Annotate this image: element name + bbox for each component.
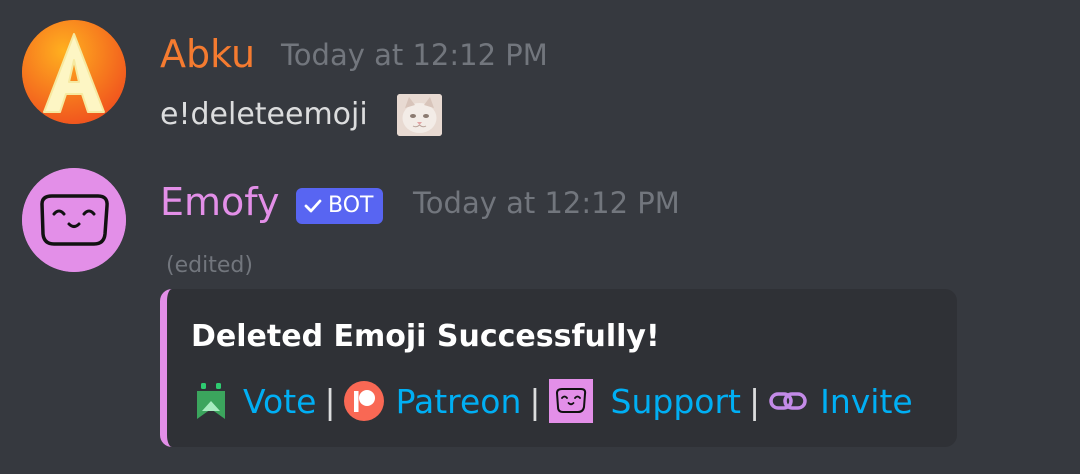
link-separator: | (324, 381, 336, 421)
invite-link[interactable]: Invite (768, 382, 913, 421)
patreon-link[interactable]: Patreon (343, 381, 522, 421)
vote-link[interactable]: Vote (193, 381, 316, 421)
invite-link-label[interactable]: Invite (820, 382, 913, 421)
link-icon (769, 392, 807, 410)
emofy-icon (548, 379, 593, 423)
verified-check-icon (304, 199, 322, 213)
patreon-link-label[interactable]: Patreon (396, 382, 522, 421)
embed: Deleted Emoji Successfully! Vote | Patre… (160, 289, 957, 447)
patreon-icon (343, 381, 384, 421)
vote-link-label[interactable]: Vote (243, 382, 316, 421)
message-abku: Abku Today at 12:12 PM e!deleteemoji (0, 0, 1080, 150)
avatar-abku[interactable] (22, 20, 126, 124)
embed-links: Vote | Patreon | Support | Invite (193, 379, 913, 423)
topgg-icon (197, 383, 225, 419)
cat-emoji[interactable] (397, 94, 442, 136)
avatar-emofy[interactable] (22, 168, 126, 272)
bot-tag: BOT (296, 188, 384, 224)
author-name[interactable]: Abku (160, 32, 255, 76)
message-text: e!deleteemoji (160, 97, 368, 132)
timestamp[interactable]: Today at 12:12 PM (281, 33, 548, 77)
author-name[interactable]: Emofy (160, 180, 279, 224)
support-link-label[interactable]: Support (611, 382, 741, 421)
link-separator: | (749, 381, 761, 421)
embed-title: Deleted Emoji Successfully! (191, 319, 660, 354)
chat-messages: Abku Today at 12:12 PM e!deleteemoji Emo… (0, 0, 1080, 474)
bot-tag-label: BOT (328, 193, 374, 218)
timestamp[interactable]: Today at 12:12 PM (413, 181, 680, 225)
support-link[interactable]: Support (548, 379, 741, 423)
edited-label: (edited) (166, 253, 253, 278)
link-separator: | (529, 381, 541, 421)
message-content: e!deleteemoji (160, 93, 368, 137)
